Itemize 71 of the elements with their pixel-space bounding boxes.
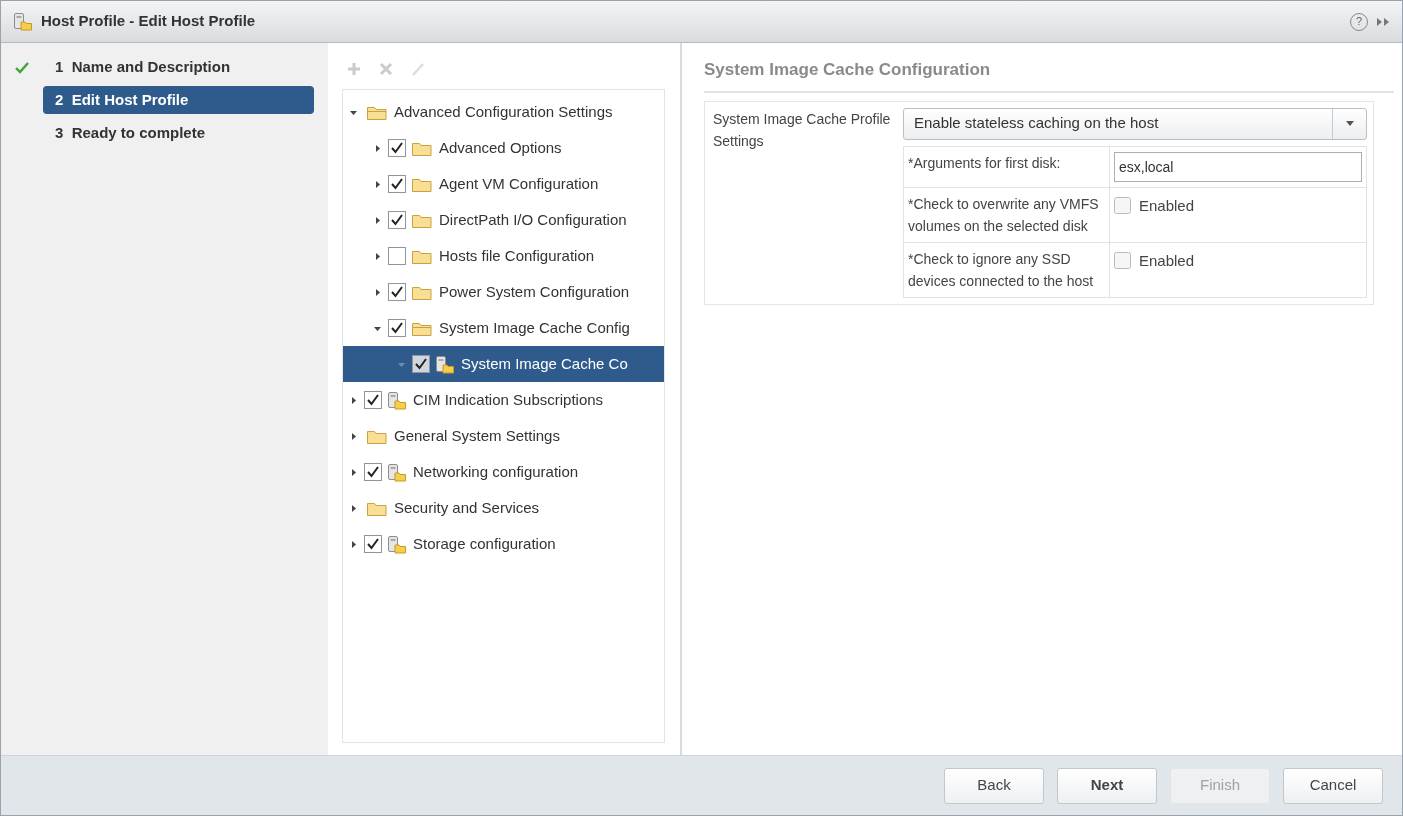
collapse-caret-icon[interactable]	[349, 431, 358, 441]
collapse-caret-icon[interactable]	[373, 179, 382, 189]
checkbox[interactable]	[412, 355, 430, 373]
host-profile-icon	[387, 534, 407, 554]
wizard-button[interactable]: Next	[1057, 767, 1157, 804]
collapse-caret-icon[interactable]	[373, 143, 382, 153]
tree-item[interactable]: DirectPath I/O Configuration	[343, 202, 664, 238]
checkbox-label: Enabled	[1139, 195, 1195, 216]
tree-label: Storage configuration	[412, 533, 556, 554]
field-label: *Arguments for first disk:	[904, 146, 1110, 187]
checkbox[interactable]	[388, 247, 406, 265]
field-label: *Check to ignore any SSD devices connected to the host	[904, 242, 1110, 297]
tree-item[interactable]: Advanced Configuration Settings	[343, 94, 664, 130]
collapse-caret-icon[interactable]	[373, 251, 382, 261]
tree-label: Networking configuration	[412, 461, 579, 482]
tree-label: System Image Cache Co	[460, 353, 628, 374]
tree-item[interactable]: Security and Services	[343, 490, 664, 526]
checkbox[interactable]	[388, 211, 406, 229]
host-profile-icon	[13, 12, 33, 31]
checkbox[interactable]	[1114, 252, 1131, 270]
checkbox-label: Enabled	[1139, 250, 1195, 271]
wizard-step[interactable]: 1 Name and Description	[43, 53, 314, 81]
wizard-button[interactable]: Back	[944, 767, 1044, 804]
window-title: Host Profile - Edit Host Profile	[41, 11, 256, 32]
host-profile-icon	[387, 462, 407, 482]
wizard-step[interactable]: 3 Ready to complete	[43, 119, 314, 147]
tree-label: Agent VM Configuration	[438, 173, 599, 194]
collapse-caret-icon[interactable]	[349, 395, 358, 405]
collapse-caret-icon[interactable]	[349, 503, 358, 513]
collapse-caret-icon[interactable]	[373, 287, 382, 297]
section-heading: System Image Cache Configuration	[704, 57, 1394, 93]
tree-item[interactable]: Power System Configuration	[343, 274, 664, 310]
tree-label: DirectPath I/O Configuration	[438, 209, 627, 230]
tree-label: Advanced Options	[438, 137, 562, 158]
tree-label: Hosts file Configuration	[438, 245, 595, 266]
double-chevron-icon[interactable]	[1376, 16, 1390, 27]
tree-label: System Image Cache Config	[438, 317, 630, 338]
tree-item[interactable]: Hosts file Configuration	[343, 238, 664, 274]
caret-icon	[1345, 121, 1354, 126]
tree-item[interactable]: CIM Indication Subscriptions	[343, 382, 664, 418]
checkbox[interactable]	[388, 319, 406, 337]
tree-item[interactable]: Networking configuration	[343, 454, 664, 490]
setting-label: System Image Cache Profile Settings	[712, 109, 891, 151]
checkbox[interactable]	[364, 463, 382, 481]
tree-item[interactable]: Advanced Options	[343, 130, 664, 166]
text-field[interactable]: esx,local	[1114, 151, 1362, 182]
collapse-caret-icon[interactable]	[373, 215, 382, 225]
wizard-step[interactable]: 2 Edit Host Profile	[43, 86, 314, 114]
tree-item[interactable]: Agent VM Configuration	[343, 166, 664, 202]
checkbox[interactable]	[1114, 197, 1131, 215]
tree-item[interactable]: System Image Cache Config	[343, 310, 664, 346]
tree-label: Power System Configuration	[438, 281, 630, 302]
field-label: *Check to overwrite any VMFS volumes on the selected disk	[904, 187, 1110, 242]
collapse-caret-icon[interactable]	[349, 467, 358, 477]
checkbox[interactable]	[388, 283, 406, 301]
tree-item[interactable]: Storage configuration	[343, 526, 664, 562]
tree-item[interactable]: General System Settings	[343, 418, 664, 454]
wizard-button[interactable]: Cancel	[1283, 767, 1383, 804]
tree-label: Security and Services	[393, 497, 540, 518]
checkbox[interactable]	[364, 535, 382, 553]
checkbox[interactable]	[364, 391, 382, 409]
tree-label: Advanced Configuration Settings	[393, 101, 613, 122]
checkbox[interactable]	[388, 175, 406, 193]
tree-item[interactable]: System Image Cache Co	[343, 346, 664, 382]
dropdown[interactable]: Enable stateless caching on the host	[903, 107, 1367, 140]
tree-label: CIM Indication Subscriptions	[412, 389, 604, 410]
tree-label: General System Settings	[393, 425, 560, 446]
collapse-caret-icon[interactable]	[349, 539, 358, 549]
host-profile-icon	[387, 390, 407, 410]
checkbox[interactable]	[388, 139, 406, 157]
host-profile-icon	[435, 354, 455, 374]
